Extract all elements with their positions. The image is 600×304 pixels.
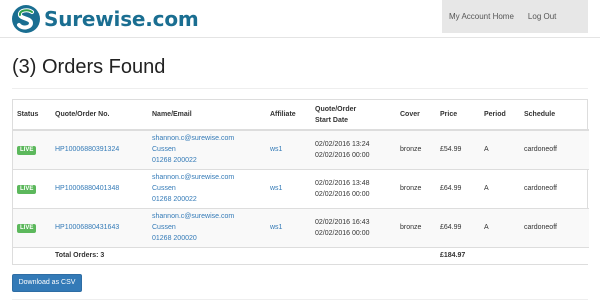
affiliate-cell: ws1 <box>266 207 311 247</box>
schedule-cell: cardoneoff <box>520 207 589 247</box>
price-cell: £54.99 <box>436 129 480 169</box>
start-date: 02/02/2016 00:00 <box>315 190 370 198</box>
affiliate-link[interactable]: ws1 <box>270 183 307 194</box>
table-row: LIVE HP10006880391324 shannon.c@surewise… <box>13 129 589 169</box>
header-price: Price <box>436 100 480 131</box>
orders-table: Status Quote/Order No. Name/Email Affili… <box>13 100 589 264</box>
customer-phone-link[interactable]: 01268 200022 <box>152 194 262 205</box>
name-email-cell: shannon.c@surewise.com Cussen 01268 2000… <box>148 168 266 208</box>
cover-cell: bronze <box>396 129 436 169</box>
header-start-date-line1: Quote/Order <box>315 105 357 113</box>
period-cell: A <box>480 129 520 169</box>
total-price: £184.97 <box>436 246 480 264</box>
quote-number-link[interactable]: HP10006880391324 <box>55 144 144 155</box>
quote-date: 02/02/2016 16:43 <box>315 218 370 226</box>
table-row: LIVE HP10006880401348 shannon.c@surewise… <box>13 168 589 208</box>
header-start-date-line2: Start Date <box>315 116 349 124</box>
header-status: Status <box>13 100 51 131</box>
dates-cell: 02/02/2016 13:48 02/02/2016 00:00 <box>311 168 396 208</box>
header-affiliate: Affiliate <box>266 100 311 131</box>
schedule-cell: cardoneoff <box>520 168 589 208</box>
period-cell: A <box>480 168 520 208</box>
quote-date: 02/02/2016 13:24 <box>315 140 370 148</box>
quote-cell: HP10006880431643 <box>51 207 148 247</box>
cover-cell: bronze <box>396 207 436 247</box>
name-email-cell: shannon.c@surewise.com Cussen 01268 2000… <box>148 129 266 169</box>
quote-date: 02/02/2016 13:48 <box>315 179 370 187</box>
header-quote-order-no: Quote/Order No. <box>51 100 148 131</box>
schedule-cell: cardoneoff <box>520 129 589 169</box>
customer-name-link[interactable]: Cussen <box>152 183 262 194</box>
log-out-link[interactable]: Log Out <box>521 0 563 33</box>
period-cell: A <box>480 207 520 247</box>
name-email-cell: shannon.c@surewise.com Cussen 01268 2000… <box>148 207 266 247</box>
customer-phone-link[interactable]: 01268 200020 <box>152 233 262 244</box>
price-cell: £64.99 <box>436 207 480 247</box>
page-title: (3) Orders Found <box>12 56 166 78</box>
dates-cell: 02/02/2016 13:24 02/02/2016 00:00 <box>311 129 396 169</box>
status-badge: LIVE <box>17 224 37 233</box>
my-account-home-link[interactable]: My Account Home <box>442 0 521 33</box>
header-schedule: Schedule <box>520 100 589 131</box>
table-row: LIVE HP10006880431643 shannon.c@surewise… <box>13 207 589 247</box>
brand-name: Surewise.com <box>44 7 199 31</box>
header-period: Period <box>480 100 520 131</box>
total-row: Total Orders: 3 £184.97 <box>13 246 589 264</box>
table-header-row: Status Quote/Order No. Name/Email Affili… <box>13 100 589 131</box>
cover-cell: bronze <box>396 168 436 208</box>
customer-email-link[interactable]: shannon.c@surewise.com <box>152 172 262 183</box>
title-divider <box>12 88 588 89</box>
surewise-logo-icon <box>12 5 40 33</box>
customer-name-link[interactable]: Cussen <box>152 222 262 233</box>
customer-phone-link[interactable]: 01268 200022 <box>152 155 262 166</box>
price-cell: £64.99 <box>436 168 480 208</box>
affiliate-cell: ws1 <box>266 168 311 208</box>
status-badge: LIVE <box>17 146 37 156</box>
header-start-date: Quote/Order Start Date <box>311 100 396 131</box>
orders-table-wrapper: Status Quote/Order No. Name/Email Affili… <box>12 99 589 265</box>
affiliate-link[interactable]: ws1 <box>270 222 307 233</box>
total-spacer-cell <box>13 246 51 264</box>
total-spacer-cell <box>520 246 589 264</box>
status-cell: LIVE <box>13 207 51 247</box>
dates-cell: 02/02/2016 16:43 02/02/2016 00:00 <box>311 207 396 247</box>
total-spacer-cell <box>480 246 520 264</box>
quote-number-link[interactable]: HP10006880401348 <box>55 183 144 194</box>
header-name-email: Name/Email <box>148 100 266 131</box>
quote-cell: HP10006880391324 <box>51 129 148 169</box>
footer-divider <box>12 299 588 300</box>
quote-number-link[interactable]: HP10006880431643 <box>55 222 144 233</box>
status-badge: LIVE <box>17 185 37 194</box>
customer-name-link[interactable]: Cussen <box>152 144 262 155</box>
top-navbar: Surewise.com My Account Home Log Out <box>0 0 600 38</box>
header-cover: Cover <box>396 100 436 131</box>
start-date: 02/02/2016 00:00 <box>315 229 370 237</box>
status-cell: LIVE <box>13 129 51 169</box>
start-date: 02/02/2016 00:00 <box>315 151 370 159</box>
total-orders-label: Total Orders: 3 <box>51 246 436 264</box>
customer-email-link[interactable]: shannon.c@surewise.com <box>152 133 262 144</box>
affiliate-link[interactable]: ws1 <box>270 144 307 155</box>
quote-cell: HP10006880401348 <box>51 168 148 208</box>
customer-email-link[interactable]: shannon.c@surewise.com <box>152 211 262 222</box>
affiliate-cell: ws1 <box>266 129 311 169</box>
brand-logo-link[interactable]: Surewise.com <box>11 3 199 35</box>
account-nav: My Account Home Log Out <box>442 0 588 33</box>
download-csv-button[interactable]: Download as CSV <box>12 274 82 292</box>
status-cell: LIVE <box>13 168 51 208</box>
